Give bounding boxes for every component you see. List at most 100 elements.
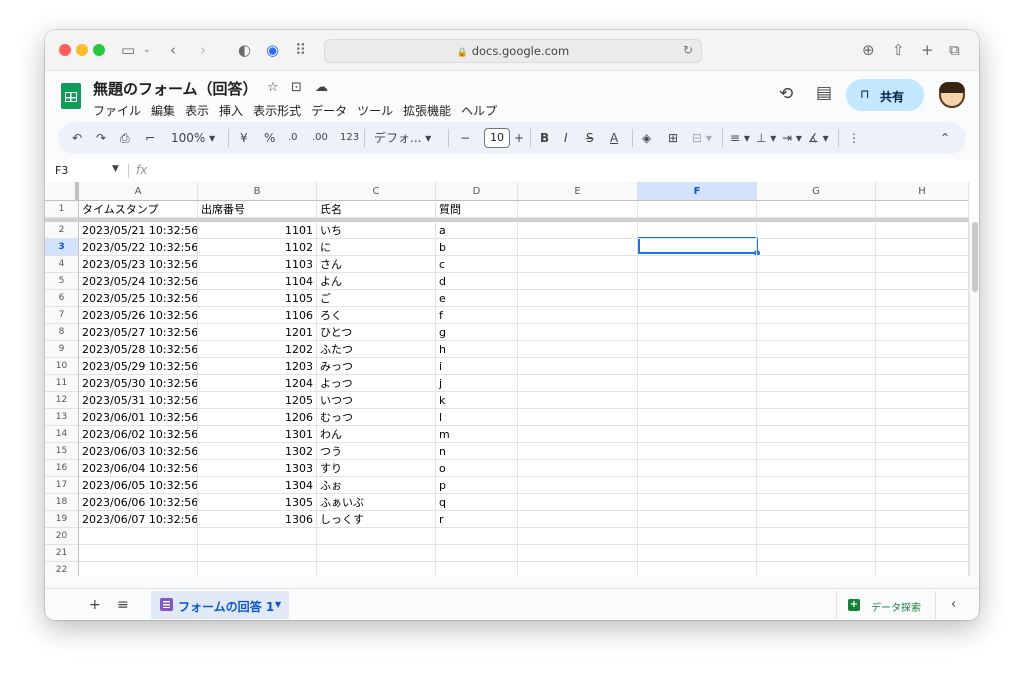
menu-view[interactable]: 表示 xyxy=(185,104,209,118)
cell-d13[interactable]: l xyxy=(436,409,518,426)
cell-f22[interactable] xyxy=(638,562,757,576)
cell-f4[interactable] xyxy=(638,256,757,273)
currency-format-button[interactable]: ¥ xyxy=(240,130,248,146)
cell-b1[interactable]: 出席番号 xyxy=(198,201,317,218)
cell-e5[interactable] xyxy=(518,273,638,290)
cell-b14[interactable]: 1301 xyxy=(198,426,317,443)
cell-b18[interactable]: 1305 xyxy=(198,494,317,511)
cell-g2[interactable] xyxy=(757,222,876,239)
cell-g16[interactable] xyxy=(757,460,876,477)
undo-icon[interactable]: ↶ xyxy=(72,130,82,146)
cell-f17[interactable] xyxy=(638,477,757,494)
row-header-22[interactable]: 22 xyxy=(45,562,79,576)
cell-d18[interactable]: q xyxy=(436,494,518,511)
italic-icon[interactable]: I xyxy=(564,130,568,146)
cell-b17[interactable]: 1304 xyxy=(198,477,317,494)
cell-d22[interactable] xyxy=(436,562,518,576)
privacy-shield-icon[interactable]: ◐ xyxy=(238,42,251,58)
cell-f2[interactable] xyxy=(638,222,757,239)
cell-h4[interactable] xyxy=(876,256,969,273)
downloads-icon[interactable]: ⊕ xyxy=(862,42,875,58)
cell-f21[interactable] xyxy=(638,545,757,562)
cell-e18[interactable] xyxy=(518,494,638,511)
cell-b11[interactable]: 1204 xyxy=(198,375,317,392)
chevron-down-icon[interactable]: ⌄ xyxy=(143,42,151,58)
cell-c19[interactable]: しっくす xyxy=(317,511,436,528)
cell-h1[interactable] xyxy=(876,201,969,218)
cell-b3[interactable]: 1102 xyxy=(198,239,317,256)
cell-e10[interactable] xyxy=(518,358,638,375)
cell-g9[interactable] xyxy=(757,341,876,358)
cell-d1[interactable]: 質問 xyxy=(436,201,518,218)
cell-d20[interactable] xyxy=(436,528,518,545)
move-folder-icon[interactable]: ⊡ xyxy=(291,80,302,95)
cell-e6[interactable] xyxy=(518,290,638,307)
cell-c18[interactable]: ふぁいぶ xyxy=(317,494,436,511)
cell-b20[interactable] xyxy=(198,528,317,545)
row-header-18[interactable]: 18 xyxy=(45,494,79,511)
vertical-scrollbar[interactable] xyxy=(969,222,979,576)
font-size-decrease-icon[interactable]: − xyxy=(460,130,470,146)
row-header-21[interactable]: 21 xyxy=(45,545,79,562)
menu-help[interactable]: ヘルプ xyxy=(461,104,497,118)
cell-a14[interactable]: 2023/06/02 10:32:56 xyxy=(79,426,198,443)
tab-form-responses[interactable]: フォームの回答 1 ▼ xyxy=(151,591,289,619)
vertical-align-icon[interactable]: ⊥ ▾ xyxy=(756,130,776,146)
cell-g19[interactable] xyxy=(757,511,876,528)
row-header-19[interactable]: 19 xyxy=(45,511,79,528)
cell-e19[interactable] xyxy=(518,511,638,528)
horizontal-align-icon[interactable]: ≡ ▾ xyxy=(730,130,750,146)
text-rotation-icon[interactable]: ∡ ▾ xyxy=(808,130,829,146)
column-header-f[interactable]: F xyxy=(638,182,757,201)
sidebar-icon[interactable]: ▭ xyxy=(121,42,135,58)
strikethrough-icon[interactable]: S xyxy=(586,130,594,146)
cell-a18[interactable]: 2023/06/06 10:32:56 xyxy=(79,494,198,511)
column-header-e[interactable]: E xyxy=(518,182,638,201)
cell-d6[interactable]: e xyxy=(436,290,518,307)
column-header-d[interactable]: D xyxy=(436,182,518,201)
cell-a5[interactable]: 2023/05/24 10:32:56 xyxy=(79,273,198,290)
cell-b16[interactable]: 1303 xyxy=(198,460,317,477)
collapse-side-panel-icon[interactable]: ‹ xyxy=(951,597,956,612)
cell-a22[interactable] xyxy=(79,562,198,576)
cell-c11[interactable]: よっつ xyxy=(317,375,436,392)
version-history-icon[interactable]: ⟲ xyxy=(779,84,793,104)
row-header-10[interactable]: 10 xyxy=(45,358,79,375)
close-window-button[interactable] xyxy=(59,44,71,56)
cell-h19[interactable] xyxy=(876,511,969,528)
cell-d12[interactable]: k xyxy=(436,392,518,409)
merge-cells-icon[interactable]: ⊟ ▾ xyxy=(692,130,712,146)
menu-data[interactable]: データ xyxy=(311,104,347,118)
cell-f19[interactable] xyxy=(638,511,757,528)
cell-d17[interactable]: p xyxy=(436,477,518,494)
cell-a16[interactable]: 2023/06/04 10:32:56 xyxy=(79,460,198,477)
cell-e15[interactable] xyxy=(518,443,638,460)
back-icon[interactable]: ‹ xyxy=(170,42,176,58)
row-header-15[interactable]: 15 xyxy=(45,443,79,460)
cell-g5[interactable] xyxy=(757,273,876,290)
cell-g8[interactable] xyxy=(757,324,876,341)
cell-b12[interactable]: 1205 xyxy=(198,392,317,409)
collapse-menus-icon[interactable]: ⌃ xyxy=(940,130,950,146)
cell-a8[interactable]: 2023/05/27 10:32:56 xyxy=(79,324,198,341)
row-header-7[interactable]: 7 xyxy=(45,307,79,324)
cell-e3[interactable] xyxy=(518,239,638,256)
cell-f1[interactable] xyxy=(638,201,757,218)
cell-b22[interactable] xyxy=(198,562,317,576)
cell-d15[interactable]: n xyxy=(436,443,518,460)
cell-f20[interactable] xyxy=(638,528,757,545)
cell-f18[interactable] xyxy=(638,494,757,511)
star-icon[interactable]: ☆ xyxy=(267,80,279,95)
name-box[interactable]: F3 xyxy=(55,164,68,177)
cell-g21[interactable] xyxy=(757,545,876,562)
cell-h14[interactable] xyxy=(876,426,969,443)
cell-e11[interactable] xyxy=(518,375,638,392)
password-manager-icon[interactable]: ◉ xyxy=(266,42,279,58)
row-header-4[interactable]: 4 xyxy=(45,256,79,273)
cell-g11[interactable] xyxy=(757,375,876,392)
row-header-6[interactable]: 6 xyxy=(45,290,79,307)
cell-h3[interactable] xyxy=(876,239,969,256)
cell-h5[interactable] xyxy=(876,273,969,290)
cell-h12[interactable] xyxy=(876,392,969,409)
cell-h9[interactable] xyxy=(876,341,969,358)
